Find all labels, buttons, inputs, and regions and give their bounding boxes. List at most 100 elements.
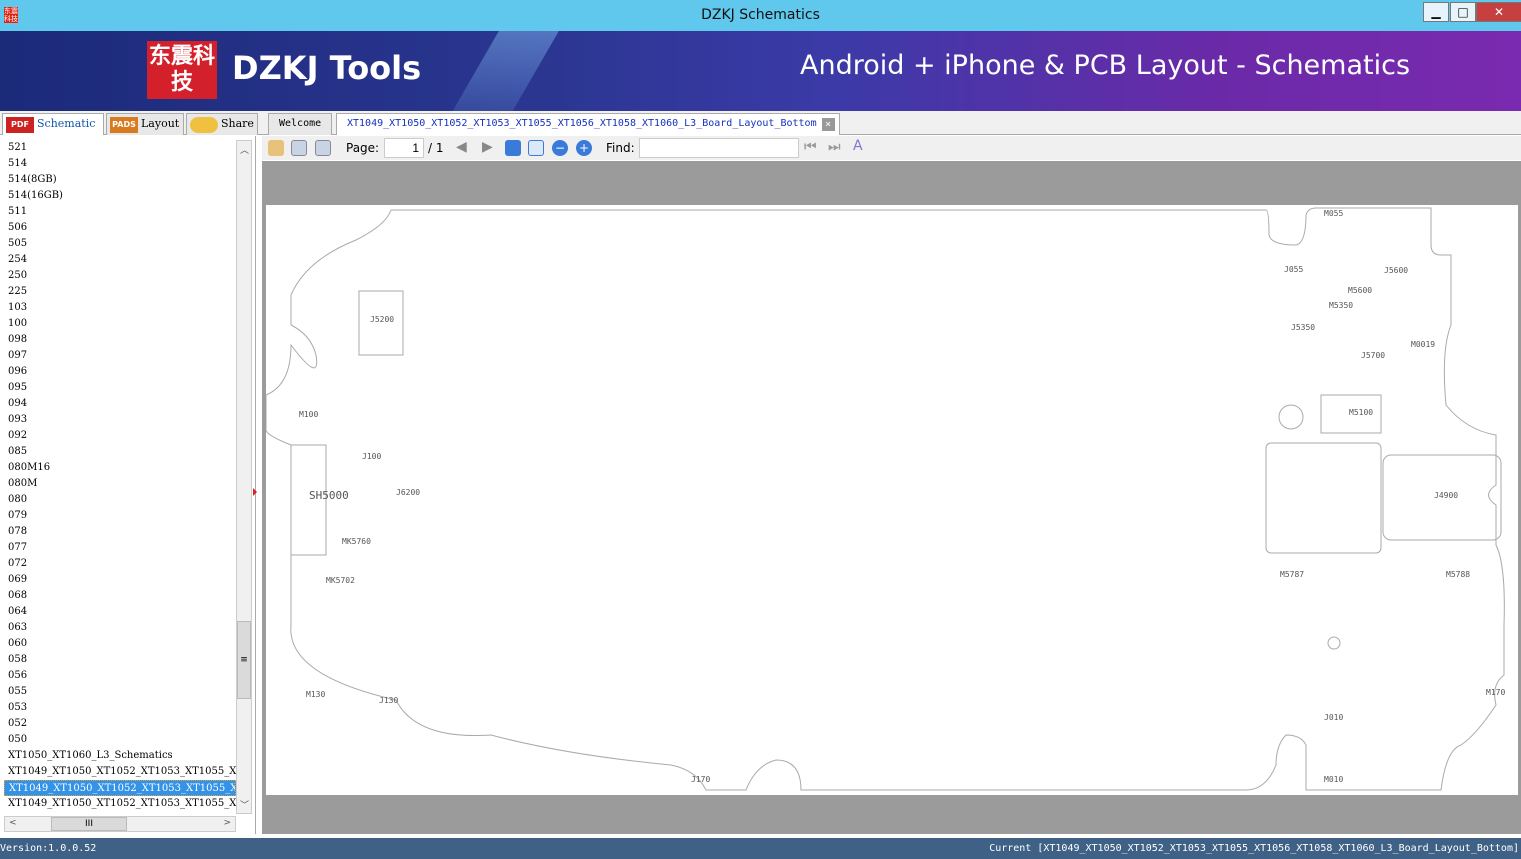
list-item[interactable]: 095 [4,380,236,396]
list-item[interactable]: 521 [4,140,236,156]
board-component-label: M130 [306,690,325,699]
horizontal-scrollbar[interactable]: < III > [4,816,236,832]
list-item[interactable]: 050 [4,732,236,748]
list-item[interactable]: 254 [4,252,236,268]
tab-label: Schematic [37,117,96,130]
list-item[interactable]: 078 [4,524,236,540]
close-button[interactable]: ✕ [1476,2,1521,22]
list-item[interactable]: 514(8GB) [4,172,236,188]
board-component-label: M170 [1486,688,1505,697]
list-item[interactable]: 080 [4,492,236,508]
list-item[interactable]: XT1049_XT1050_XT1052_XT1053_XT1055_XT1 [4,764,236,780]
tab-layout[interactable]: PADS Layout [106,113,184,135]
slogan: Android + iPhone & PCB Layout - Schemati… [800,50,1411,81]
zoom-out-icon[interactable]: − [552,140,568,156]
tab-welcome[interactable]: Welcome [268,113,333,135]
list-item[interactable]: XT1049_XT1050_XT1052_XT1053_XT1055_XT1 [4,780,236,796]
list-item[interactable]: 069 [4,572,236,588]
highlight-icon[interactable]: A [853,138,863,154]
board-component-label: M5600 [1348,286,1372,295]
board-component-label: J130 [379,696,398,705]
board-component-label: M100 [299,410,318,419]
list-item[interactable]: 058 [4,652,236,668]
list-item[interactable]: 514 [4,156,236,172]
find-input[interactable] [639,138,799,158]
collapse-panel-icon[interactable] [253,488,257,496]
scroll-thumb[interactable]: ≡ [237,621,251,699]
list-item[interactable]: 056 [4,668,236,684]
list-item[interactable]: 511 [4,204,236,220]
board-component-label: J5600 [1384,266,1408,275]
tab-share[interactable]: Share [186,113,258,135]
scroll-right-icon[interactable]: > [223,818,231,828]
list-item[interactable]: 085 [4,444,236,460]
cloud-share-icon [190,117,218,133]
scroll-up-icon[interactable]: ︿ [240,143,249,156]
next-page-icon[interactable]: ▶ [482,139,493,155]
list-item[interactable]: 094 [4,396,236,412]
dzkj-logo: 东震科技 [147,41,217,99]
tab-board-layout[interactable]: XT1049_XT1050_XT1052_XT1053_XT1055_XT105… [336,113,840,135]
list-item[interactable]: 063 [4,620,236,636]
list-item[interactable]: 103 [4,300,236,316]
board-component-label: M0019 [1411,340,1435,349]
page-input[interactable] [384,138,424,158]
tab-schematic[interactable]: PDF Schematic [2,113,104,135]
list-item[interactable]: XT1049_XT1050_XT1052_XT1053_XT1055_XT1 [4,796,236,810]
copy-icon[interactable] [291,140,307,156]
board-component-label: J055 [1284,265,1303,274]
list-item[interactable]: 080M [4,476,236,492]
list-item[interactable]: 225 [4,284,236,300]
pads-icon: PADS [110,117,138,133]
list-item[interactable]: 052 [4,716,236,732]
board-component-label: M010 [1324,775,1343,784]
zoom-in-icon[interactable]: + [576,140,592,156]
list-item[interactable]: 080M16 [4,460,236,476]
list-item[interactable]: 250 [4,268,236,284]
scroll-left-icon[interactable]: < [9,818,17,828]
scroll-thumb[interactable]: III [51,817,127,831]
list-item[interactable]: 060 [4,636,236,652]
list-item[interactable]: 505 [4,236,236,252]
vertical-scrollbar[interactable]: ︿ ≡ ﹀ [236,140,252,814]
tab-label: XT1049_XT1050_XT1052_XT1053_XT1055_XT105… [347,118,817,129]
paste-icon[interactable] [315,140,331,156]
find-prev-icon[interactable]: ⏮ [804,139,817,155]
fit-width-icon[interactable] [505,140,521,156]
minimize-button[interactable]: ▁ [1423,2,1449,22]
list-item[interactable]: 097 [4,348,236,364]
list-item[interactable]: 053 [4,700,236,716]
board-component-label: M055 [1324,209,1343,218]
status-bar: Version:1.0.0.52 Current [XT1049_XT1050_… [0,838,1521,859]
list-item[interactable]: 072 [4,556,236,572]
board-component-label: J5200 [370,315,394,324]
list-item[interactable]: 098 [4,332,236,348]
page-label: Page: [346,141,380,155]
list-item[interactable]: 093 [4,412,236,428]
list-item[interactable]: 506 [4,220,236,236]
list-item[interactable]: 100 [4,316,236,332]
list-item[interactable]: 096 [4,364,236,380]
list-item[interactable]: 064 [4,604,236,620]
board-component-label: M5350 [1329,301,1353,310]
find-next-icon[interactable]: ⏭ [828,139,841,155]
list-item[interactable]: 077 [4,540,236,556]
board-component-label: J100 [362,452,381,461]
maximize-button[interactable]: □ [1450,2,1476,22]
prev-page-icon[interactable]: ◀ [456,139,467,155]
list-item[interactable]: 079 [4,508,236,524]
board-component-label: J4900 [1434,491,1458,500]
board-component-label: SH5000 [309,489,349,502]
close-tab-icon[interactable]: × [821,118,835,131]
list-item[interactable]: 092 [4,428,236,444]
list-item[interactable]: 055 [4,684,236,700]
document-viewer[interactable]: J5200 M100 J100 SH5000 J6200 MK5760 MK5702 M130… [262,161,1521,834]
scroll-down-icon[interactable]: ﹀ [240,798,249,811]
tab-label: Layout [141,117,180,130]
fit-page-icon[interactable] [528,140,544,156]
open-icon[interactable] [268,140,284,156]
list-item[interactable]: 068 [4,588,236,604]
schematic-list-panel: 521 514 514(8GB) 514(16GB) 511 506 505 254 250 22… [0,136,257,834]
list-item[interactable]: 514(16GB) [4,188,236,204]
list-item[interactable]: XT1050_XT1060_L3_Schematics [4,748,236,764]
